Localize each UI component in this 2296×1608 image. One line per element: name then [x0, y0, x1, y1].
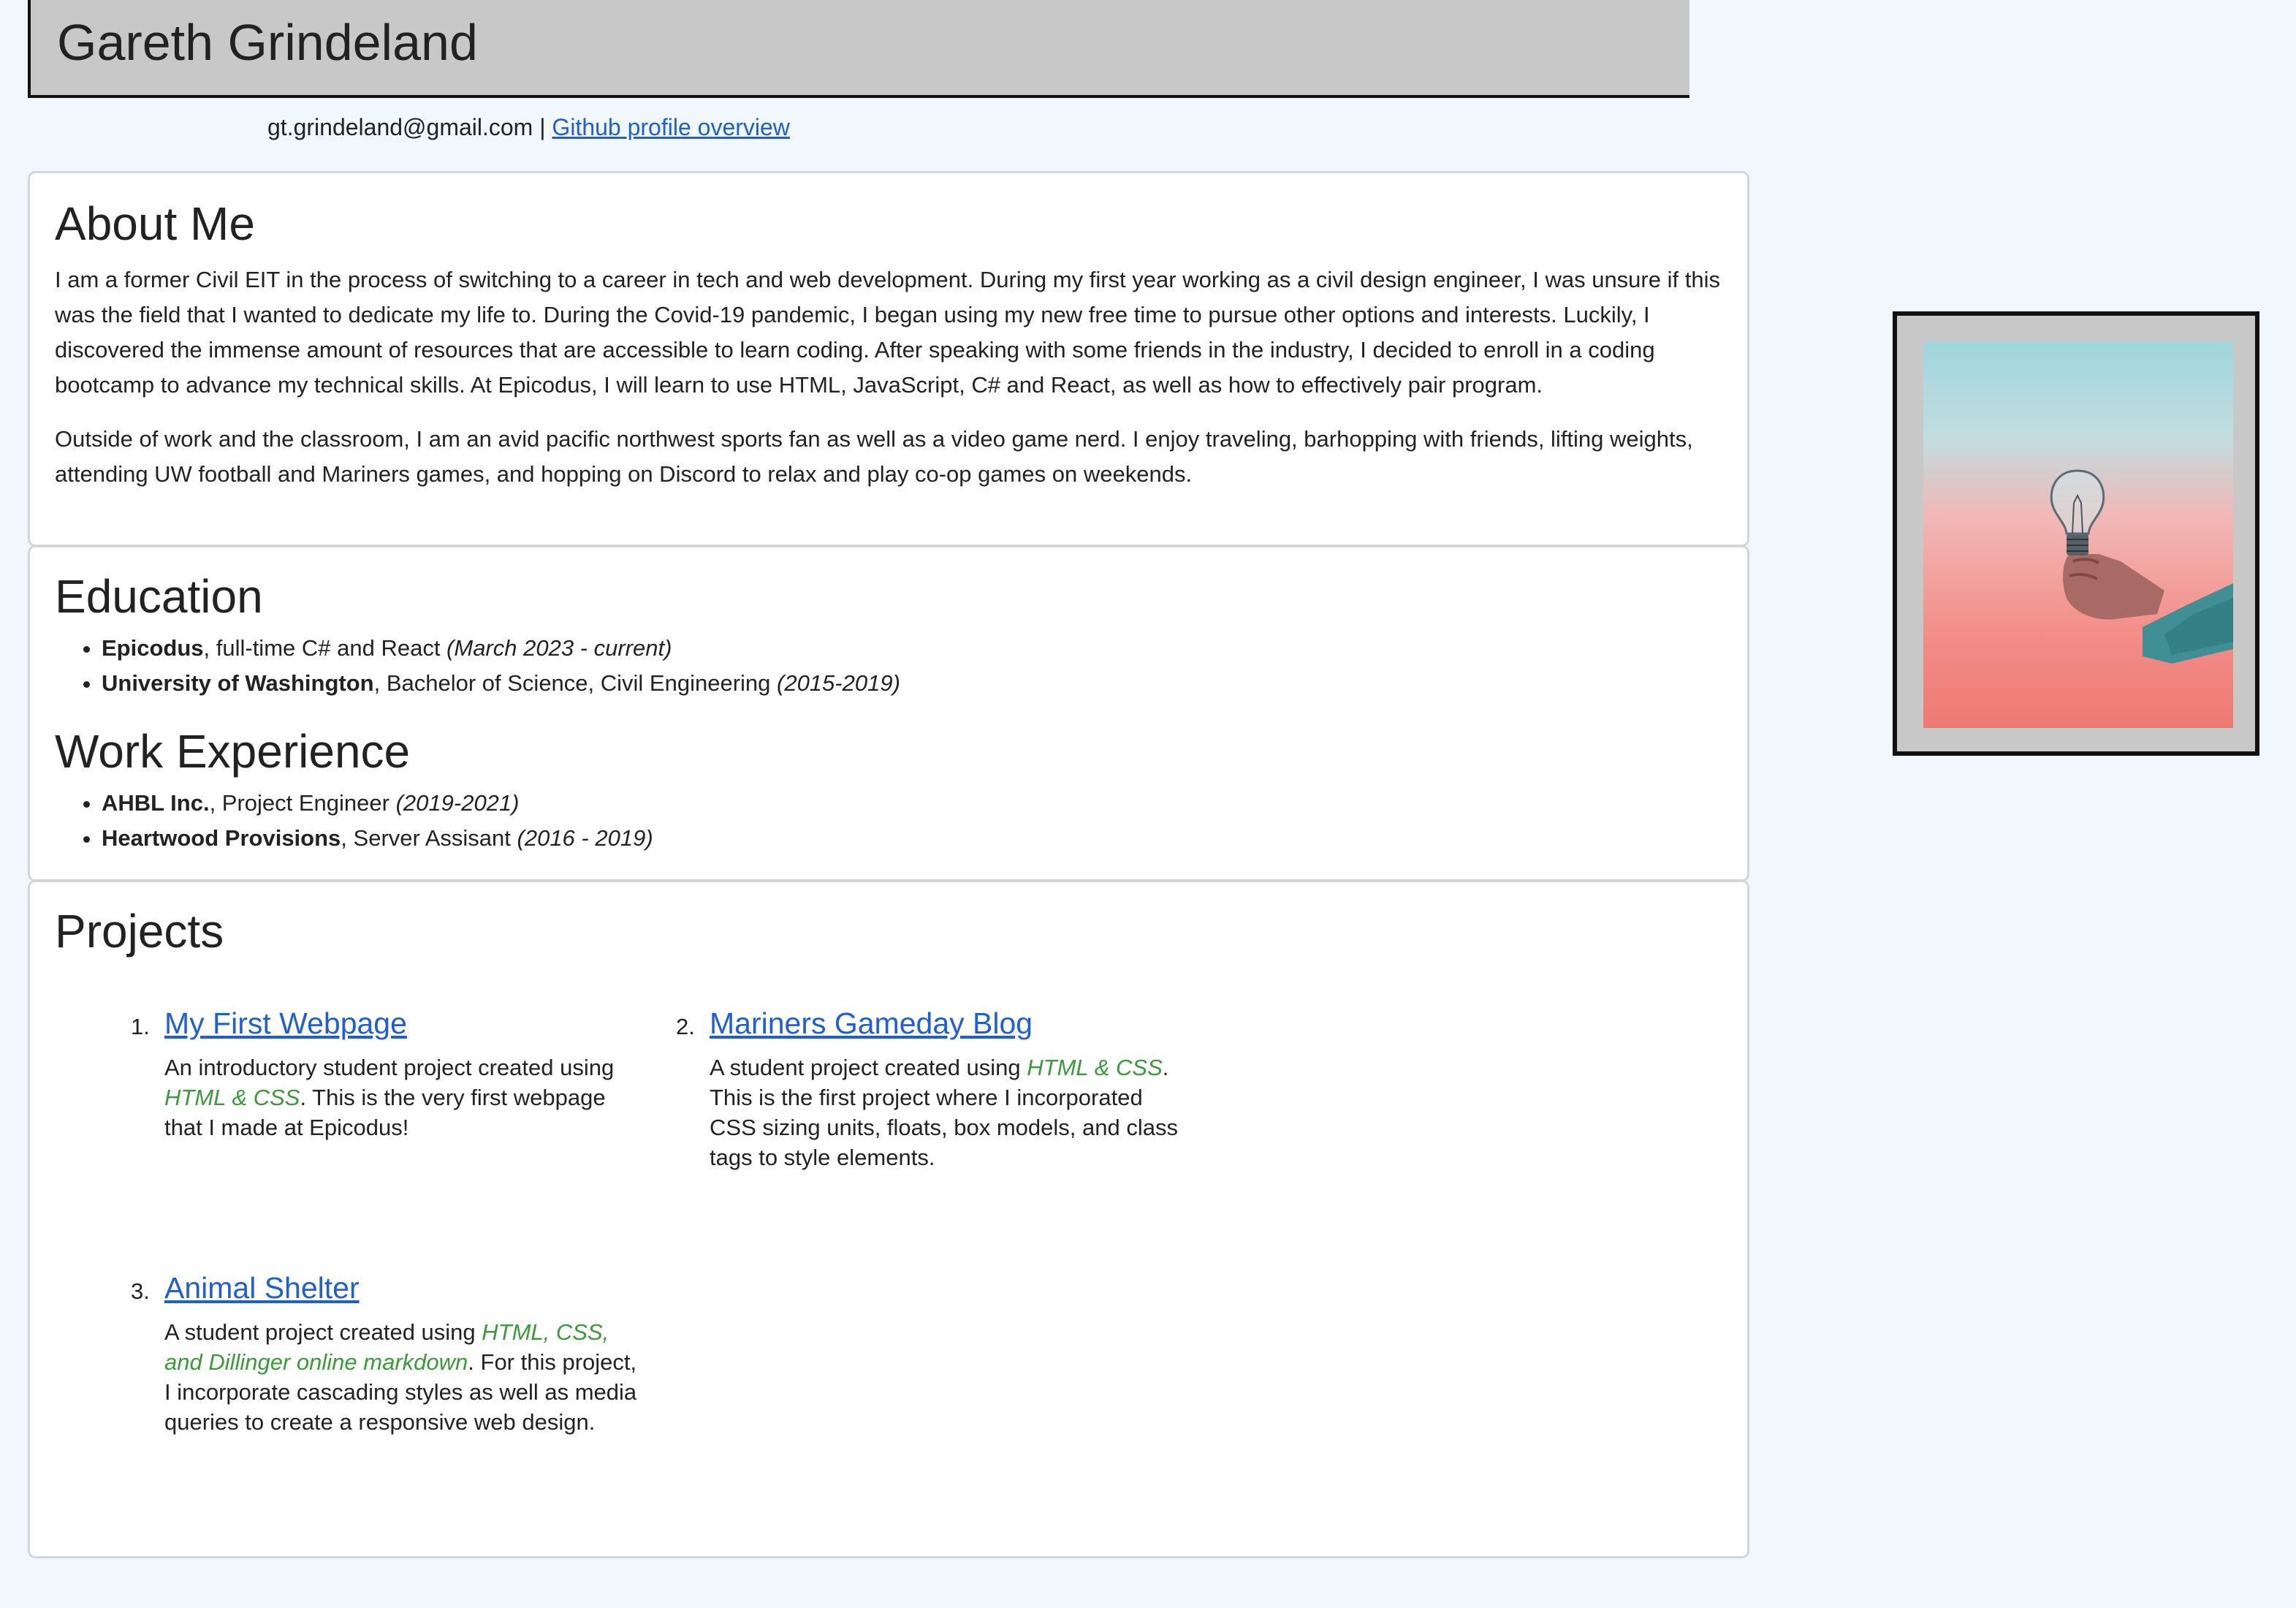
project-item: 3. Animal Shelter A student project crea…: [131, 1271, 647, 1437]
education-section: Education Epicodus, full-time C# and Rea…: [28, 545, 1749, 881]
project-link-animal-shelter[interactable]: Animal Shelter: [164, 1271, 647, 1305]
list-item: University of Washington, Bachelor of Sc…: [102, 666, 900, 701]
contact-separator: |: [539, 114, 546, 140]
project-number: 1.: [131, 1014, 150, 1039]
education-heading: Education: [55, 570, 263, 623]
contact-email: gt.grindeland@gmail.com: [267, 114, 533, 140]
page-title: Gareth Grindeland: [57, 14, 478, 71]
page-header: Gareth Grindeland: [28, 0, 1689, 98]
project-number: 3.: [131, 1278, 150, 1304]
list-item: Epicodus, full-time C# and React (March …: [102, 631, 900, 666]
project-description: An introductory student project created …: [164, 1055, 615, 1140]
work-experience-list: AHBL Inc., Project Engineer (2019-2021) …: [55, 786, 653, 856]
hand-holding-lightbulb-icon: [2050, 469, 2233, 664]
education-list: Epicodus, full-time C# and React (March …: [55, 631, 900, 701]
project-item: 1. My First Webpage An introductory stud…: [131, 1006, 647, 1142]
work-experience-heading: Work Experience: [55, 725, 411, 778]
about-paragraph-1: I am a former Civil EIT in the process o…: [55, 267, 1720, 398]
project-number: 2.: [676, 1014, 695, 1039]
list-item: AHBL Inc., Project Engineer (2019-2021): [102, 786, 653, 821]
about-heading: About Me: [55, 197, 255, 250]
project-link-mariners-gameday-blog[interactable]: Mariners Gameday Blog: [710, 1006, 1192, 1041]
about-section: About Me I am a former Civil EIT in the …: [28, 171, 1749, 547]
projects-section: Projects 1. My First Webpage An introduc…: [28, 880, 1749, 1558]
projects-heading: Projects: [55, 905, 224, 957]
list-item: Heartwood Provisions, Server Assisant (2…: [102, 821, 653, 856]
profile-photo-frame: [1893, 311, 2259, 756]
lightbulb-photo: [1923, 342, 2233, 728]
project-item: 2. Mariners Gameday Blog A student proje…: [676, 1006, 1192, 1172]
github-profile-link[interactable]: Github profile overview: [552, 114, 789, 140]
about-paragraph-2: Outside of work and the classroom, I am …: [55, 426, 1693, 487]
contact-line: gt.grindeland@gmail.com | Github profile…: [267, 114, 790, 141]
project-description: A student project created using HTML, CS…: [164, 1319, 637, 1435]
project-link-my-first-webpage[interactable]: My First Webpage: [164, 1006, 647, 1041]
project-description: A student project created using HTML & C…: [710, 1055, 1178, 1170]
